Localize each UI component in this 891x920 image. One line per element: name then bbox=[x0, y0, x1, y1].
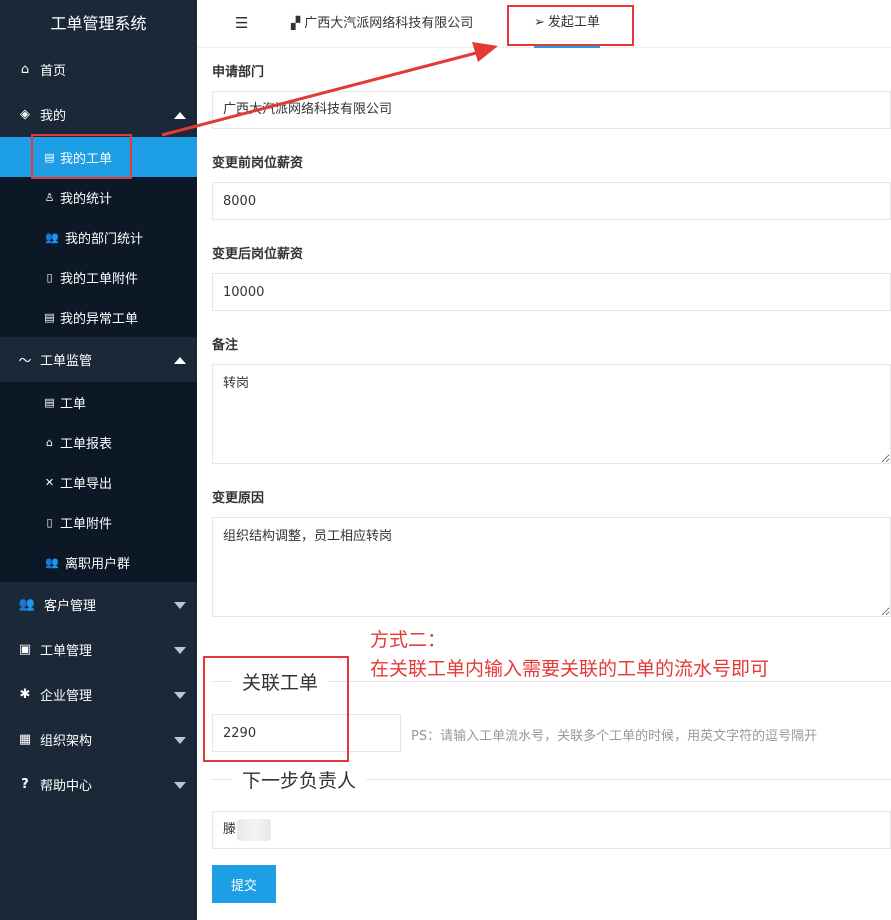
annotation-line2: 在关联工单内输入需要关联的工单的流水号即可 bbox=[370, 658, 770, 680]
app-root: 工单管理系统 ⌂ 首页 ◈ 我的 ▤ 我的工单 ♙ 我的统计 👥 我的部门统计 bbox=[0, 0, 891, 920]
annotation-line1: 方式二： bbox=[370, 629, 447, 651]
annotation-arrow bbox=[161, 42, 498, 137]
